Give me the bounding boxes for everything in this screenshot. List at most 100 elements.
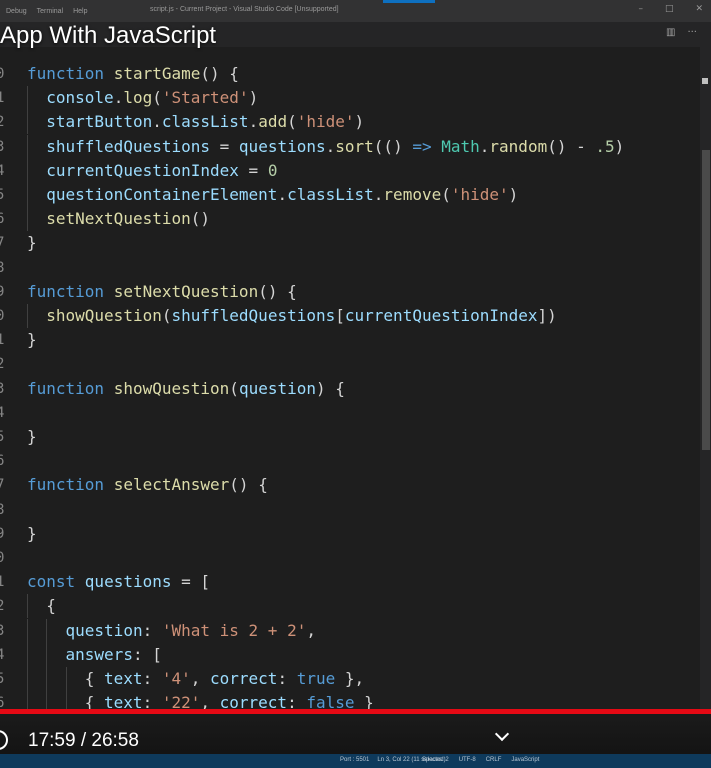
code-token: () [190,209,211,229]
maximize-icon[interactable]: □ [665,4,674,14]
indent-guide [27,642,28,667]
code-token: questionContainerElement [46,185,278,204]
code-token: function [27,64,114,83]
menu-help[interactable]: Help [73,8,87,15]
code-token: () - [547,136,596,156]
code-token: const [27,572,85,592]
code-line[interactable]: 1 console.log('Started') [0,86,700,111]
code-line[interactable]: 2 startButton.classList.add('hide') [0,110,700,135]
code-token: log [123,88,153,108]
code-token: } [27,523,37,543]
code-token: questions [238,136,326,156]
code-token: () { [229,475,268,495]
code-token: . [152,112,162,132]
line-number: 3 [0,138,5,155]
code-line[interactable]: 2{ [0,594,700,619]
code-line[interactable]: 5 questionContainerElement.classList.remo… [0,183,700,207]
line-number: 6 [0,453,5,470]
code-text: shuffledQuestions = questions.sort(() =>… [46,135,624,159]
line-number: 4 [0,162,5,179]
code-token: . [373,185,384,204]
scrollbar-thumb[interactable] [702,150,710,450]
code-text: } [27,328,37,352]
code-line[interactable]: 3 question: 'What is 2 + 2', [0,618,700,643]
code-token: questions [84,572,172,592]
code-line[interactable]: 0 function startGame() { [0,62,700,86]
line-number: 5 [0,671,5,687]
code-line[interactable]: 9} [0,522,700,546]
window-title: script.js - Current Project - Visual Stu… [150,6,339,13]
line-number: 9 [0,525,5,542]
code-text: question: 'What is 2 + 2', [66,619,316,643]
indent-guide [27,594,28,619]
code-token: shuffledQuestions [46,136,211,156]
close-icon[interactable]: ✕ [695,4,703,14]
code-token: . [325,136,336,156]
code-text: startButton.classList.add('hide') [46,110,364,134]
status-indentation[interactable]: Spaces: 2 [422,757,449,763]
code-text: } [27,231,37,255]
code-line[interactable]: 2 [0,352,700,376]
code-token: }, [335,669,365,688]
code-token: { [84,669,105,688]
code-line[interactable]: 4 answers: [ [0,642,700,667]
indent-guide [27,304,28,328]
video-progress-bar[interactable] [0,709,711,714]
line-number: 2 [0,356,5,373]
code-token: sort [335,136,374,156]
code-text: const questions = [ [27,570,210,594]
status-encoding[interactable]: UTF-8 [459,757,476,763]
title-accent [383,0,435,3]
menu-debug[interactable]: Debug [6,8,27,15]
code-token: => [412,136,432,156]
split-editor-icon[interactable]: ▥ [666,27,675,38]
code-token: correct [210,669,278,688]
code-line[interactable]: 6 setNextQuestion() [0,207,700,232]
code-line[interactable]: 1} [0,328,700,352]
code-line[interactable]: 4 [0,401,700,425]
code-line[interactable]: 7 function selectAnswer() { [0,473,700,497]
more-icon[interactable]: ··· [687,27,697,38]
code-line[interactable]: 8 [0,498,700,522]
status-line-ending[interactable]: CRLF [486,757,502,763]
code-token: text [104,669,143,688]
code-line[interactable]: 5 { text: '4', correct: true }, [0,667,700,691]
code-line[interactable]: 0 [0,546,700,570]
code-token: ) { [316,378,345,398]
code-token: random [489,136,548,156]
code-line[interactable]: 3 function showQuestion(question) { [0,377,700,401]
menu-bar: Debug Terminal Help [0,8,88,15]
code-text: showQuestion(shuffledQuestions[currentQu… [46,304,557,328]
code-token: ( [152,88,162,108]
menu-terminal[interactable]: Terminal [37,8,63,15]
code-token: () { [200,64,239,83]
code-text: { [46,594,56,618]
code-token: classList [287,185,374,204]
line-number: 4 [0,404,5,421]
code-line[interactable]: 0 showQuestion(shuffledQuestions[currentQ… [0,304,700,328]
code-token: ( [287,112,297,132]
code-text: } [27,425,37,449]
code-line[interactable]: 6 [0,449,700,473]
line-number: 8 [0,259,5,276]
status-language[interactable]: JavaScript [511,757,539,763]
code-editor[interactable]: 0 function startGame() {1 console.log('Sta… [0,62,700,712]
code-token: ) [248,88,259,108]
code-token: , [190,669,210,688]
code-line[interactable]: 7} [0,231,700,255]
indent-guide [46,642,48,667]
code-token: shuffledQuestions [171,306,336,325]
code-token: answers [65,644,133,664]
code-token: = [238,160,268,180]
code-token: 'What is 2 + 2' [161,620,307,640]
code-line[interactable]: 9 function setNextQuestion() { [0,280,700,304]
status-port[interactable]: Port : 5501 [340,757,369,763]
code-line[interactable]: 8 [0,256,700,280]
code-line[interactable]: 5} [0,425,700,449]
minimize-icon[interactable]: – [638,4,643,14]
code-line[interactable]: 3 shuffledQuestions = questions.sort(() =… [0,134,700,159]
code-line[interactable]: 4 currentQuestionIndex = 0 [0,158,700,183]
code-token: currentQuestionIndex [344,306,538,325]
code-token: : [277,669,297,688]
code-line[interactable]: 1 const questions = [ [0,570,700,594]
